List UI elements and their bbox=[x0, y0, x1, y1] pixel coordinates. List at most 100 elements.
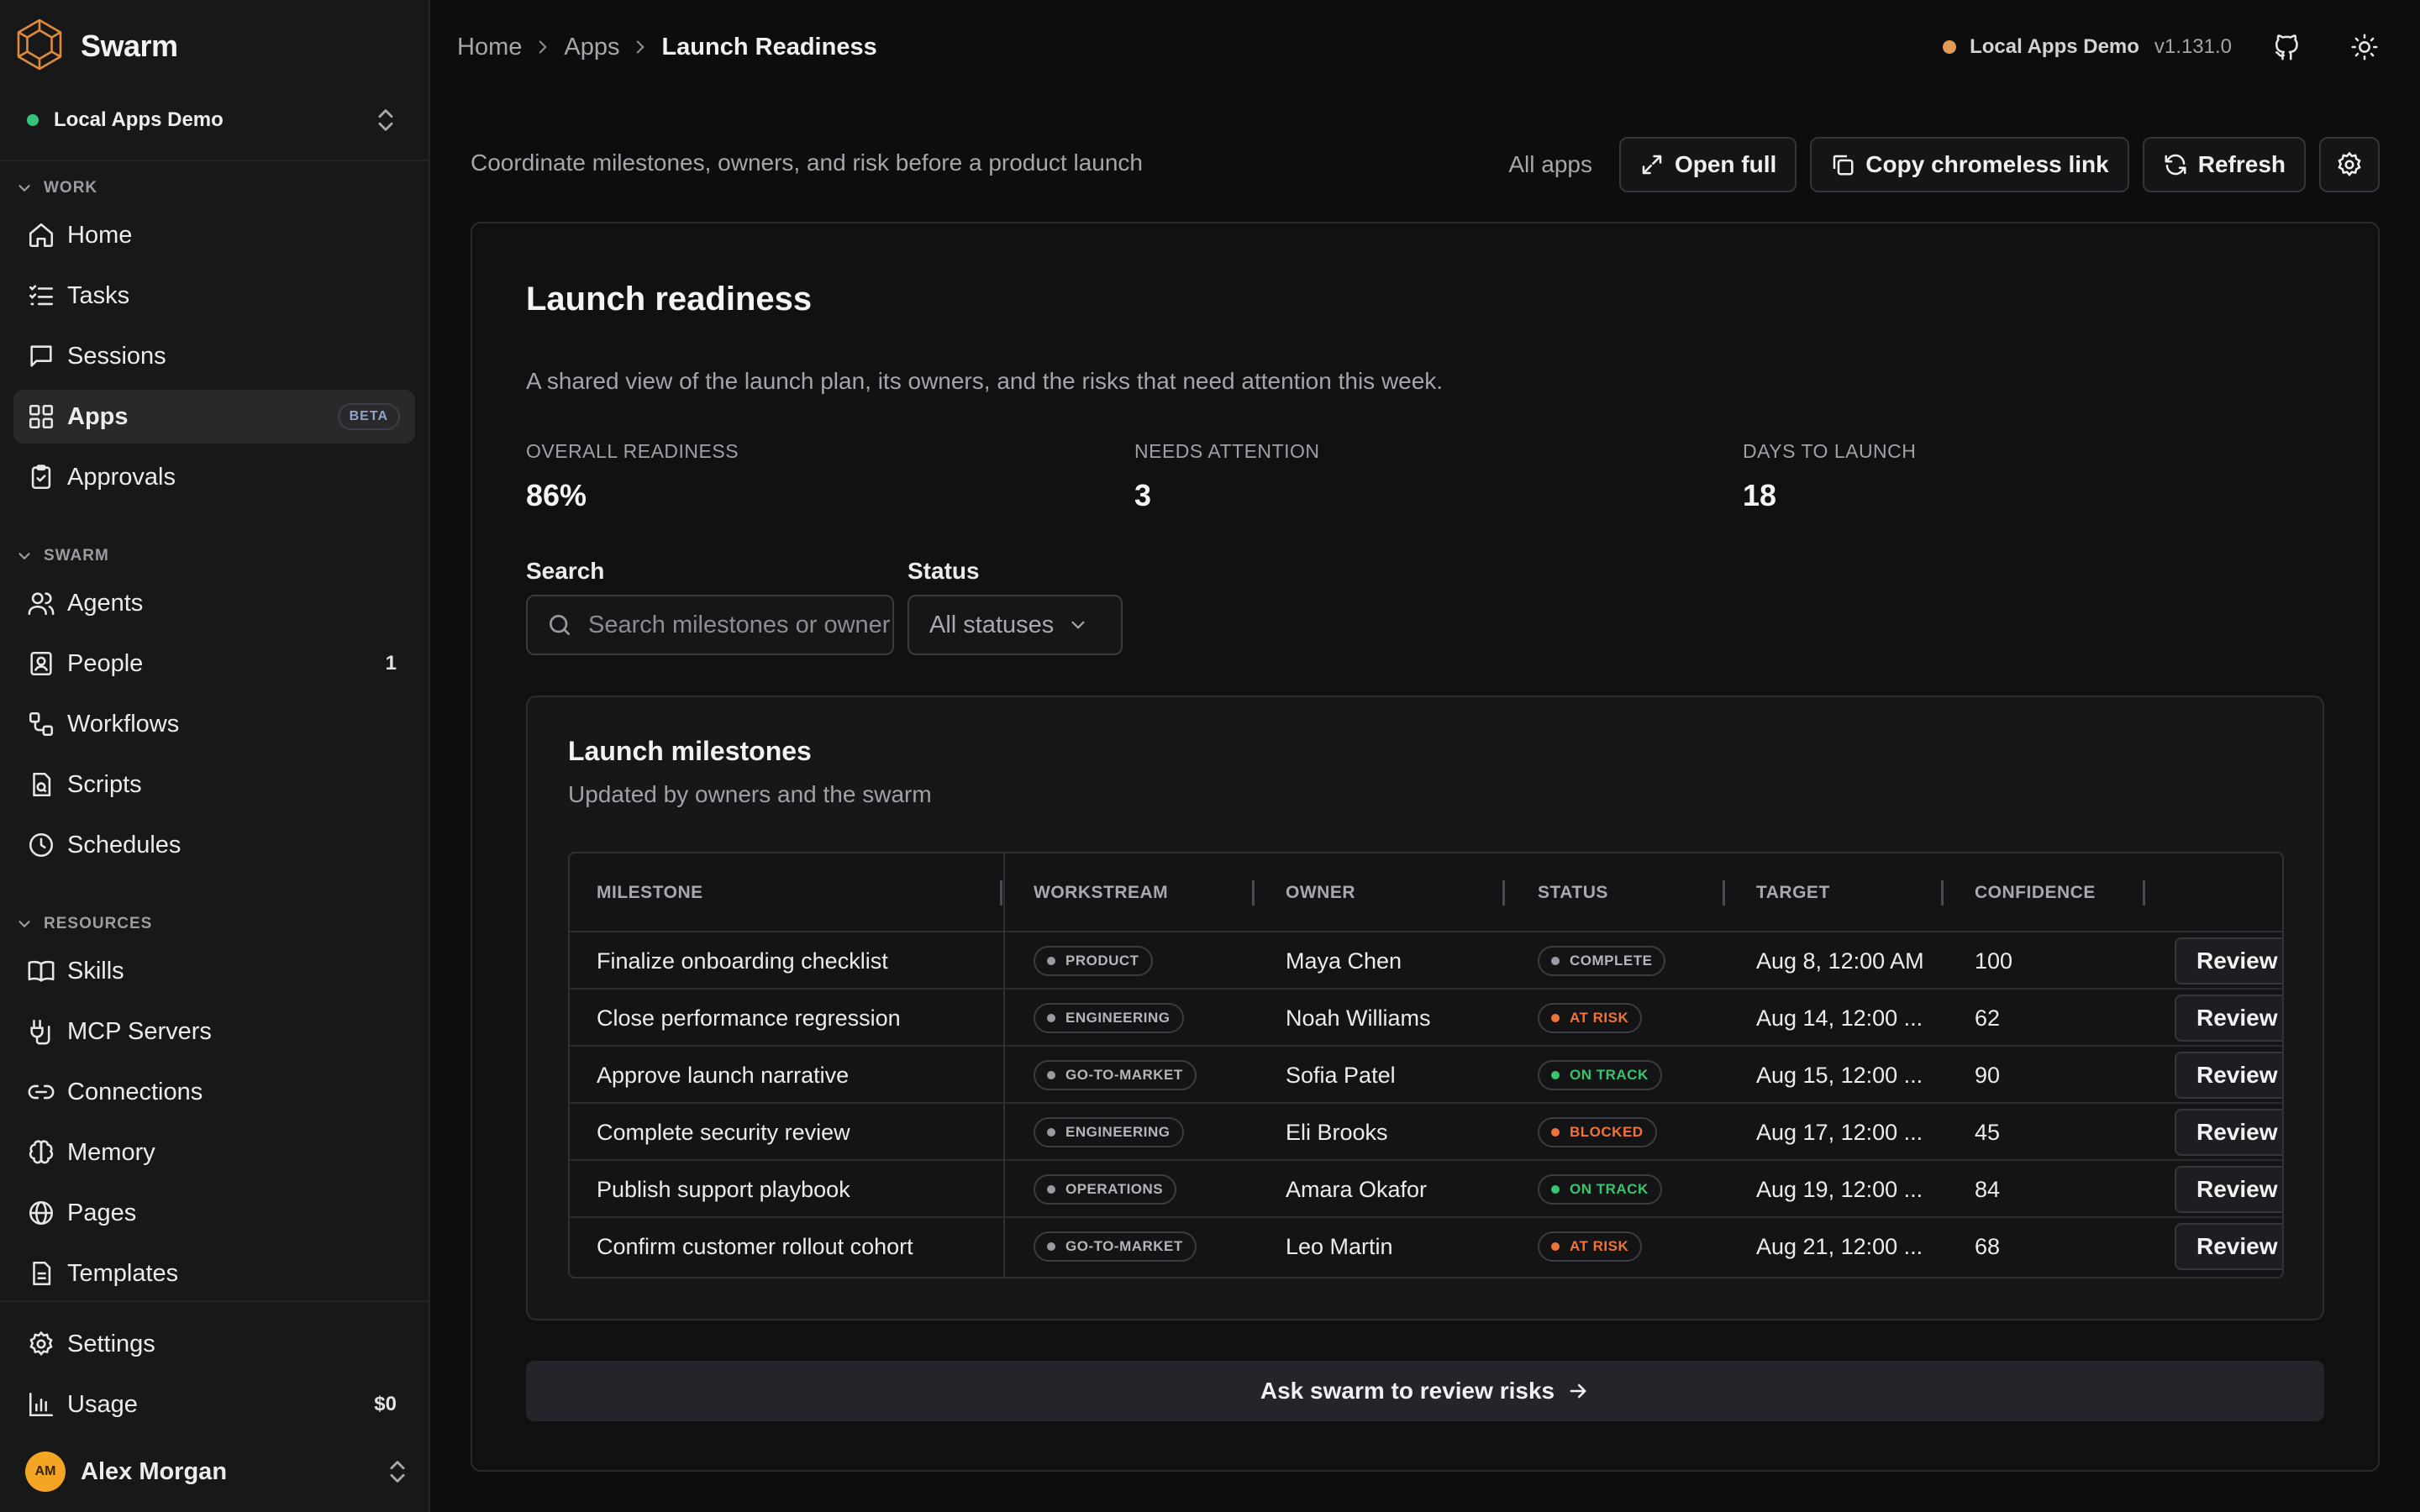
all-apps-link[interactable]: All apps bbox=[1508, 151, 1592, 178]
section-resources[interactable]: RESOURCES bbox=[15, 912, 152, 936]
sidebar-item-sessions[interactable]: Sessions bbox=[13, 329, 415, 383]
workstream-cell: GO-TO-MARKET bbox=[1034, 1047, 1197, 1104]
environment-name: Local Apps Demo bbox=[1970, 35, 2139, 58]
stat-value: 3 bbox=[1134, 478, 1152, 512]
open-full-button[interactable]: Open full bbox=[1618, 137, 1797, 192]
status-dot bbox=[1551, 1242, 1560, 1251]
column-header-workstream[interactable]: WORKSTREAM bbox=[1034, 853, 1168, 932]
table-row[interactable]: Approve launch narrative GO-TO-MARKET So… bbox=[570, 1047, 2282, 1104]
review-risks-button[interactable]: Ask swarm to review risks bbox=[526, 1361, 2324, 1421]
sidebar-item-label: Settings bbox=[67, 1330, 155, 1357]
section-swarm-label: SWARM bbox=[44, 547, 109, 564]
column-resize-handle[interactable] bbox=[1502, 880, 1505, 906]
column-resize-handle[interactable] bbox=[1723, 880, 1725, 906]
review-button[interactable]: Review bbox=[2175, 1166, 2282, 1213]
sidebar-item-home[interactable]: Home bbox=[13, 208, 415, 262]
sidebar-item-label: Agents bbox=[67, 589, 144, 617]
status-cell: BLOCKED bbox=[1538, 1104, 1657, 1161]
refresh-button[interactable]: Refresh bbox=[2142, 137, 2306, 192]
status-badge: ON TRACK bbox=[1538, 1174, 1662, 1205]
table-row[interactable]: Confirm customer rollout cohort GO-TO-MA… bbox=[570, 1218, 2282, 1275]
sidebar-item-apps[interactable]: Apps BETA bbox=[13, 390, 415, 444]
confidence-cell: 68 bbox=[1975, 1233, 2001, 1259]
sidebar-item-label: Tasks bbox=[67, 281, 130, 309]
stat-label: DAYS TO LAUNCH bbox=[1743, 440, 1917, 462]
confidence-cell: 90 bbox=[1975, 1062, 2001, 1088]
status-select[interactable]: All statuses bbox=[908, 595, 1123, 655]
status-label: Status bbox=[908, 558, 980, 584]
review-button[interactable]: Review bbox=[2175, 995, 2282, 1042]
breadcrumb-apps[interactable]: Apps bbox=[564, 34, 619, 61]
search-input[interactable] bbox=[588, 611, 891, 639]
column-resize-handle[interactable] bbox=[2143, 880, 2145, 906]
milestone-cell: Publish support playbook bbox=[597, 1176, 850, 1202]
stat-value: 86% bbox=[526, 478, 587, 512]
sidebar-item-approvals[interactable]: Approvals bbox=[13, 450, 415, 504]
milestone-cell: Complete security review bbox=[597, 1119, 850, 1145]
column-header-owner[interactable]: OWNER bbox=[1286, 853, 1355, 932]
brand[interactable]: Swarm bbox=[12, 18, 178, 74]
sidebar-item-people[interactable]: People 1 bbox=[13, 637, 415, 690]
review-button[interactable]: Review bbox=[2175, 1109, 2282, 1156]
status-label: BLOCKED bbox=[1570, 1124, 1644, 1140]
table-row[interactable]: Finalize onboarding checklist PRODUCT Ma… bbox=[570, 932, 2282, 990]
column-header-milestone[interactable]: MILESTONE bbox=[597, 853, 703, 932]
sidebar-item-agents[interactable]: Agents bbox=[13, 576, 415, 630]
column-resize-handle[interactable] bbox=[1000, 880, 1002, 906]
stat-overall-readiness: OVERALL READINESS 86% bbox=[526, 440, 739, 513]
review-button[interactable]: Review bbox=[2175, 937, 2282, 984]
breadcrumb-home[interactable]: Home bbox=[457, 34, 522, 61]
stat-needs-attention: NEEDS ATTENTION 3 bbox=[1134, 440, 1320, 513]
sidebar-item-settings[interactable]: Settings bbox=[13, 1317, 415, 1371]
sidebar-item-workflows[interactable]: Workflows bbox=[13, 697, 415, 751]
sidebar-item-usage[interactable]: Usage $0 bbox=[13, 1378, 415, 1431]
contact-icon bbox=[30, 651, 52, 676]
sidebar-item-mcp-servers[interactable]: MCP Servers bbox=[13, 1005, 415, 1058]
copy-link-button[interactable]: Copy chromeless link bbox=[1810, 137, 2129, 192]
sidebar: Swarm Local Apps Demo WORK Home Tasks Se… bbox=[0, 0, 430, 1512]
search-field[interactable] bbox=[526, 595, 894, 655]
workspace-status-dot bbox=[27, 114, 39, 126]
sidebar-item-pages[interactable]: Pages bbox=[13, 1186, 415, 1240]
sidebar-item-label: Connections bbox=[67, 1078, 203, 1105]
user-menu[interactable]: AM Alex Morgan bbox=[25, 1452, 412, 1492]
column-resize-handle[interactable] bbox=[1252, 880, 1255, 906]
section-swarm[interactable]: SWARM bbox=[15, 544, 109, 568]
expand-icon bbox=[1642, 155, 1662, 175]
sidebar-item-connections[interactable]: Connections bbox=[13, 1065, 415, 1119]
chat-icon bbox=[30, 345, 52, 367]
workspace-switcher[interactable]: Local Apps Demo bbox=[13, 99, 417, 141]
column-header-confidence[interactable]: CONFIDENCE bbox=[1975, 853, 2096, 932]
review-button[interactable]: Review bbox=[2175, 1223, 2282, 1270]
sidebar-item-templates[interactable]: Templates bbox=[13, 1247, 415, 1300]
sidebar-item-tasks[interactable]: Tasks bbox=[13, 269, 415, 323]
status-label: AT RISK bbox=[1570, 1238, 1629, 1254]
status-label: AT RISK bbox=[1570, 1010, 1629, 1026]
sidebar-item-memory[interactable]: Memory bbox=[13, 1126, 415, 1179]
status-cell: COMPLETE bbox=[1538, 932, 1666, 990]
column-header-status[interactable]: STATUS bbox=[1538, 853, 1608, 932]
table-row[interactable]: Publish support playbook OPERATIONS Amar… bbox=[570, 1161, 2282, 1218]
sidebar-item-scripts[interactable]: Scripts bbox=[13, 758, 415, 811]
sidebar-item-skills[interactable]: Skills bbox=[13, 944, 415, 998]
app-settings-button[interactable] bbox=[2319, 137, 2380, 192]
chevrons-up-down-icon bbox=[383, 1457, 412, 1486]
copy-link-label: Copy chromeless link bbox=[1865, 151, 2109, 177]
theme-toggle[interactable] bbox=[2343, 25, 2386, 69]
sidebar-item-schedules[interactable]: Schedules bbox=[13, 818, 415, 872]
column-header-target[interactable]: TARGET bbox=[1756, 853, 1830, 932]
environment-status-dot bbox=[1943, 40, 1957, 54]
column-resize-handle[interactable] bbox=[1941, 880, 1944, 906]
table-row[interactable]: Complete security review ENGINEERING Eli… bbox=[570, 1104, 2282, 1161]
status-cell: AT RISK bbox=[1538, 1218, 1643, 1275]
sidebar-item-label: Sessions bbox=[67, 342, 166, 370]
workflow-icon bbox=[29, 711, 54, 737]
section-work[interactable]: WORK bbox=[15, 176, 97, 200]
stat-label: OVERALL READINESS bbox=[526, 440, 739, 462]
workstream-cell: ENGINEERING bbox=[1034, 990, 1184, 1047]
review-button[interactable]: Review bbox=[2175, 1052, 2282, 1099]
table-row[interactable]: Close performance regression ENGINEERING… bbox=[570, 990, 2282, 1047]
github-button[interactable] bbox=[2265, 25, 2309, 69]
chevron-right-icon bbox=[637, 40, 645, 54]
workstream-cell: GO-TO-MARKET bbox=[1034, 1218, 1197, 1275]
